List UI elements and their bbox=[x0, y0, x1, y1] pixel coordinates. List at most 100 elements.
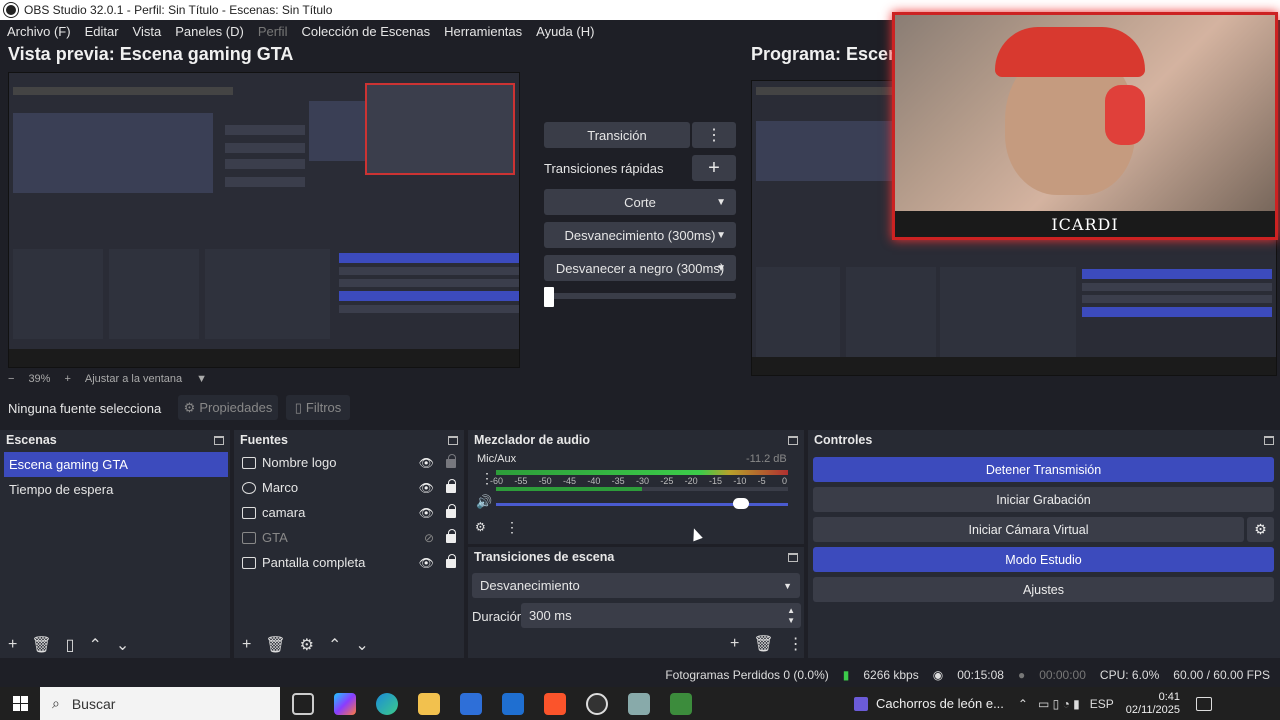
search-placeholder: Buscar bbox=[71, 695, 116, 712]
lock-icon[interactable] bbox=[446, 529, 456, 543]
stepper-icon[interactable]: ▲ ▼ bbox=[787, 606, 795, 626]
edge-icon[interactable] bbox=[376, 692, 398, 715]
scenes-toolbar: + 🗑 ▯ ⌃ ⌄ bbox=[0, 635, 129, 655]
chevron-down-icon[interactable]: ⌄ bbox=[116, 635, 129, 655]
outlook-icon[interactable] bbox=[502, 692, 524, 715]
transition-slider-handle[interactable] bbox=[544, 287, 554, 307]
transition-button[interactable]: Transición bbox=[544, 122, 690, 148]
green-app-icon[interactable] bbox=[670, 692, 692, 715]
chevron-up-icon[interactable]: ⌃ bbox=[88, 635, 101, 655]
menu-perfil[interactable]: Perfil bbox=[251, 24, 295, 39]
trash-icon[interactable]: 🗑 bbox=[265, 635, 285, 655]
image-icon bbox=[242, 456, 256, 469]
file-explorer-icon[interactable] bbox=[418, 692, 440, 715]
preview-title: Vista previa: Escena gaming GTA bbox=[8, 44, 294, 64]
eye-hidden-icon[interactable]: ⊘ bbox=[424, 531, 434, 545]
chevron-down-icon[interactable]: ⌄ bbox=[355, 635, 368, 655]
duration-input[interactable]: 300 ms ▲ ▼ bbox=[521, 603, 801, 628]
scene-item[interactable]: Escena gaming GTA bbox=[4, 452, 228, 477]
undock-icon[interactable] bbox=[214, 435, 224, 445]
chevron-down-icon[interactable]: ▼ bbox=[196, 373, 207, 385]
chevron-up-icon[interactable]: ⌃ bbox=[328, 635, 341, 655]
stop-streaming-button[interactable]: Detener Transmisión bbox=[813, 457, 1274, 482]
zoom-out-icon[interactable]: − bbox=[8, 373, 14, 385]
obs-taskbar-icon[interactable] bbox=[586, 692, 608, 715]
media-widget[interactable]: Cachorros de león e... bbox=[854, 696, 1004, 711]
store-icon[interactable] bbox=[460, 692, 482, 715]
mixer-menu-icon[interactable]: ⋮ bbox=[505, 519, 519, 536]
undock-icon[interactable] bbox=[788, 435, 798, 445]
properties-button[interactable]: ⚙ Propiedades bbox=[178, 395, 278, 420]
zoom-in-icon[interactable]: + bbox=[64, 373, 70, 385]
filter-icon[interactable]: ▯ bbox=[66, 635, 75, 655]
source-item[interactable]: camara 👁 bbox=[234, 500, 464, 525]
preview-canvas[interactable] bbox=[8, 72, 520, 368]
controls-title: Controles bbox=[814, 433, 873, 447]
eye-icon[interactable]: 👁 bbox=[419, 456, 434, 470]
undock-icon[interactable] bbox=[448, 435, 458, 445]
undock-icon[interactable] bbox=[1264, 435, 1274, 445]
camera-app-icon[interactable] bbox=[628, 692, 650, 715]
windows-start-icon[interactable] bbox=[0, 687, 40, 720]
media-title: Cachorros de león e... bbox=[876, 696, 1004, 711]
quick-transition-fade-black[interactable]: Desvanecer a negro (300ms) ▼ bbox=[544, 255, 736, 281]
filters-button[interactable]: ▯ Filtros bbox=[286, 395, 350, 420]
add-icon[interactable]: + bbox=[730, 635, 739, 653]
menu-ayuda[interactable]: Ayuda (H) bbox=[529, 24, 601, 39]
speaker-icon[interactable]: 🔊 bbox=[476, 494, 492, 510]
chevron-up-icon[interactable]: ⌃ bbox=[1018, 697, 1028, 711]
copilot-icon[interactable] bbox=[334, 692, 356, 715]
menu-archivo[interactable]: Archivo (F) bbox=[0, 24, 78, 39]
menu-vista[interactable]: Vista bbox=[126, 24, 169, 39]
language-indicator[interactable]: ESP bbox=[1090, 697, 1114, 711]
sources-header: Fuentes bbox=[234, 430, 464, 450]
clock[interactable]: 0:41 02/11/2025 bbox=[1126, 691, 1180, 717]
properties-label: Propiedades bbox=[199, 400, 273, 415]
tray-icons[interactable]: ▭ ▯ ◔ ▮ bbox=[1038, 697, 1080, 711]
eye-icon[interactable]: 👁 bbox=[419, 481, 434, 495]
menu-coleccion[interactable]: Colección de Escenas bbox=[294, 24, 437, 39]
quick-transition-corte[interactable]: Corte ▼ bbox=[544, 189, 736, 215]
trash-icon[interactable]: 🗑 bbox=[753, 634, 773, 654]
eye-icon[interactable]: 👁 bbox=[419, 556, 434, 570]
taskbar-search[interactable]: ⌕ Buscar bbox=[40, 687, 280, 720]
scene-item[interactable]: Tiempo de espera bbox=[4, 477, 228, 502]
menu-editar[interactable]: Editar bbox=[78, 24, 126, 39]
gear-icon[interactable]: ⚙ bbox=[1247, 517, 1274, 542]
studio-mode-button[interactable]: Modo Estudio bbox=[813, 547, 1274, 572]
settings-button[interactable]: Ajustes bbox=[813, 577, 1274, 602]
source-item[interactable]: Nombre logo 👁 bbox=[234, 450, 464, 475]
undock-icon[interactable] bbox=[788, 552, 798, 562]
task-view-icon[interactable] bbox=[292, 692, 314, 715]
taskbar: ⌕ Buscar Cachorros de león e... ⌃ ▭ ▯ ◔ … bbox=[0, 687, 1280, 720]
add-quick-transition-button[interactable]: + bbox=[692, 155, 736, 181]
kebab-icon[interactable]: ⋮ bbox=[788, 634, 804, 654]
preview-zoom-bar: − 39% + Ajustar a la ventana ▼ bbox=[8, 373, 207, 385]
volume-slider-handle[interactable] bbox=[733, 498, 750, 509]
brave-icon[interactable] bbox=[544, 692, 566, 715]
trash-icon[interactable]: 🗑 bbox=[31, 635, 51, 655]
lock-icon[interactable] bbox=[446, 479, 456, 493]
advanced-audio-icon[interactable]: ⚙ bbox=[475, 520, 486, 534]
add-icon[interactable]: + bbox=[242, 636, 251, 654]
add-icon[interactable]: + bbox=[8, 636, 17, 654]
menu-herramientas[interactable]: Herramientas bbox=[437, 24, 529, 39]
start-virtual-camera-button[interactable]: Iniciar Cámara Virtual bbox=[813, 517, 1244, 542]
quick-transition-fade[interactable]: Desvanecimiento (300ms) ▼ bbox=[544, 222, 736, 248]
camera-overlay: ICARDI bbox=[892, 12, 1278, 240]
lock-icon[interactable] bbox=[446, 554, 456, 568]
notifications-icon[interactable] bbox=[1196, 696, 1213, 711]
lock-icon[interactable] bbox=[446, 504, 456, 518]
quick-transitions-label: Transiciones rápidas bbox=[544, 161, 664, 176]
transition-slider[interactable] bbox=[544, 293, 736, 299]
source-item[interactable]: Pantalla completa 👁 bbox=[234, 550, 464, 575]
menu-paneles[interactable]: Paneles (D) bbox=[168, 24, 251, 39]
transition-select[interactable]: Desvanecimiento ▼ bbox=[472, 573, 800, 598]
source-item[interactable]: Marco 👁 bbox=[234, 475, 464, 500]
more-options-icon[interactable]: ⋮ bbox=[692, 122, 736, 148]
eye-icon[interactable]: 👁 bbox=[419, 506, 434, 520]
gear-icon[interactable]: ⚙ bbox=[300, 635, 314, 655]
start-recording-button[interactable]: Iniciar Grabación bbox=[813, 487, 1274, 512]
source-item[interactable]: GTA ⊘ bbox=[234, 525, 464, 550]
lock-icon[interactable] bbox=[446, 454, 456, 468]
